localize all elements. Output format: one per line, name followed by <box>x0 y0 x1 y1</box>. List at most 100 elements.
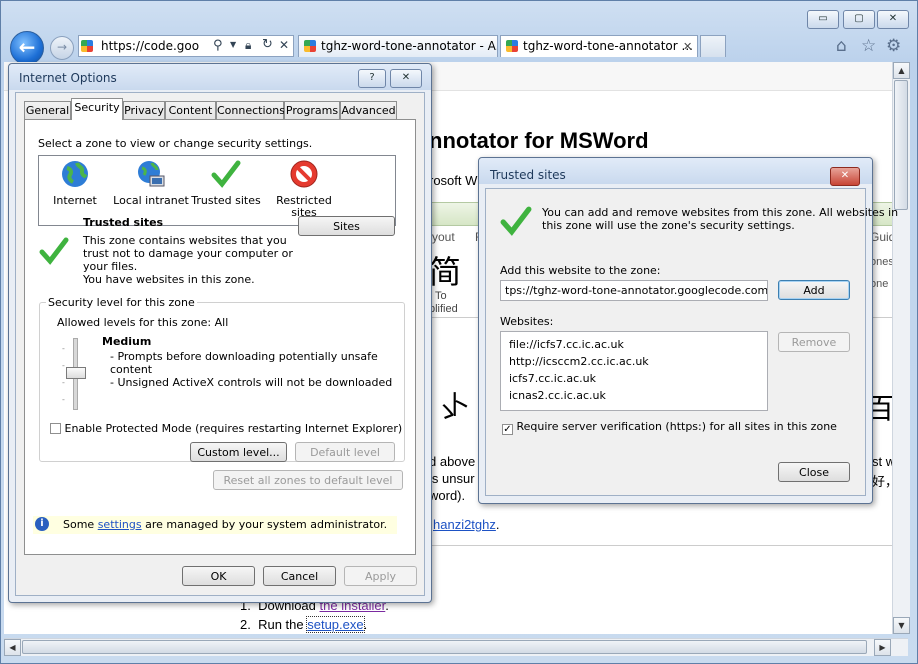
globe-icon <box>62 161 88 187</box>
tab-content[interactable]: Content <box>165 101 216 119</box>
intro-line: You can add and remove websites from thi… <box>542 206 899 219</box>
tab-programs[interactable]: Programs <box>284 101 340 119</box>
website-url-value: tps://tghz-word-tone-annotator.googlecod… <box>505 284 768 297</box>
intranet-icon <box>138 161 165 187</box>
settings-link[interactable]: settings <box>98 518 142 531</box>
scroll-down-icon[interactable]: ▼ <box>893 617 910 634</box>
restricted-icon <box>290 160 318 188</box>
sites-button[interactable]: Sites <box>298 216 395 236</box>
search-icon[interactable]: ⚲ <box>213 38 223 53</box>
browser-tab-1[interactable]: tghz-word-tone-annotator - A... <box>298 35 498 57</box>
address-text[interactable]: https://code.goo <box>101 39 199 53</box>
tab-advanced[interactable]: Advanced <box>340 101 397 119</box>
tab-general[interactable]: General <box>24 101 71 119</box>
tab-privacy[interactable]: Privacy <box>123 101 165 119</box>
reset-all-zones-button[interactable]: Reset all zones to default level <box>213 470 403 490</box>
security-level-group: Security level for this zone Allowed lev… <box>39 296 405 462</box>
back-button[interactable]: ← <box>10 31 44 65</box>
default-level-button[interactable]: Default level <box>295 442 395 462</box>
help-button[interactable]: ? <box>358 69 386 88</box>
protected-mode-label: Enable Protected Mode (requires restarti… <box>64 422 403 435</box>
vertical-scrollbar[interactable]: ▲ ▼ <box>892 62 910 634</box>
dialog-body: You can add and remove websites from thi… <box>485 188 898 496</box>
close-window-button[interactable]: ✕ <box>877 10 909 29</box>
slider-thumb[interactable] <box>66 367 86 379</box>
tab-connections[interactable]: Connections <box>216 101 285 119</box>
require-https-checkbox[interactable]: ✓ <box>502 424 513 435</box>
zone-label: Trusted sites <box>191 194 261 207</box>
remove-button[interactable]: Remove <box>778 332 850 352</box>
require-https-row[interactable]: ✓ Require server verification (https:) f… <box>502 420 837 435</box>
zone-internet[interactable]: Internet <box>44 159 106 207</box>
browser-tab-2[interactable]: tghz-word-tone-annotator ... ✕ <box>500 35 698 57</box>
lock-icon[interactable]: 🔒︎ <box>245 38 251 53</box>
info-icon: i <box>35 517 49 531</box>
tab-security[interactable]: Security <box>71 98 123 120</box>
setup-exe-link[interactable]: setup.exe <box>306 616 365 633</box>
level-description: - Prompts before downloading potentially… <box>110 350 392 389</box>
security-slider[interactable]: ---- <box>62 338 88 410</box>
scroll-up-icon[interactable]: ▲ <box>893 62 910 79</box>
protected-mode-checkbox[interactable] <box>50 423 61 434</box>
page-subtitle: rosoft W <box>429 173 478 188</box>
dropdown-icon[interactable]: ▼ <box>230 40 236 49</box>
list-item[interactable]: file://icfs7.cc.ic.ac.uk <box>509 336 649 353</box>
custom-level-button[interactable]: Custom level... <box>190 442 287 462</box>
trusted-check-icon <box>500 206 532 236</box>
ok-button[interactable]: OK <box>182 566 255 586</box>
favorites-star-icon[interactable]: ☆ <box>861 36 876 56</box>
favicon-icon <box>304 40 316 52</box>
close-tab-icon[interactable]: ✕ <box>683 36 692 57</box>
home-icon[interactable]: ⌂ <box>836 36 847 56</box>
website-url-input[interactable]: tps://tghz-word-tone-annotator.googlecod… <box>500 280 768 301</box>
admin-info-bar: i Some settings are managed by your syst… <box>33 516 397 534</box>
horizontal-scrollbar[interactable]: ◀ ▶ <box>4 638 908 656</box>
glyph: 卜 <box>444 390 471 420</box>
add-button[interactable]: Add <box>778 280 850 300</box>
ribbon-text: plified <box>429 303 458 315</box>
apply-button[interactable]: Apply <box>344 566 417 586</box>
h-scroll-thumb[interactable] <box>22 640 867 654</box>
stop-icon[interactable]: ✕ <box>279 38 289 52</box>
scroll-left-icon[interactable]: ◀ <box>4 639 21 656</box>
zone-desc-line: trust not to damage your computer or <box>83 247 293 260</box>
list-item[interactable]: http://icsccm2.cc.ic.ac.uk <box>509 353 649 370</box>
maximize-button[interactable]: ▢ <box>843 10 875 29</box>
list-item[interactable]: icfs7.cc.ic.ac.uk <box>509 370 649 387</box>
hanzi2tghz-link[interactable]: hanzi2tghz <box>433 517 496 532</box>
scroll-right-icon[interactable]: ▶ <box>874 639 891 656</box>
dialog-close-button[interactable]: ✕ <box>390 69 422 88</box>
zone-local-intranet[interactable]: Local intranet <box>113 159 189 207</box>
info-text: Some <box>63 518 98 531</box>
protected-mode-row[interactable]: Enable Protected Mode (requires restarti… <box>50 422 402 435</box>
list-item[interactable]: icnas2.cc.ic.ac.uk <box>509 387 649 404</box>
chinese-char: 简 <box>429 254 462 290</box>
zone-trusted-sites[interactable]: Trusted sites <box>191 159 261 207</box>
slider-ticks: ---- <box>62 344 65 404</box>
dialog-titlebar[interactable]: Internet Options ? ✕ <box>9 64 431 90</box>
scroll-thumb[interactable] <box>894 80 908 210</box>
ribbon-text: To <box>435 290 447 302</box>
page-title: nnotator for MSWord <box>429 128 649 153</box>
close-button[interactable]: Close <box>778 462 850 482</box>
minimize-button[interactable]: ▭ <box>807 10 839 29</box>
address-bar[interactable]: https://code.goo ⚲ ▼ 🔒︎ ↻ ✕ <box>78 35 294 57</box>
cancel-button[interactable]: Cancel <box>263 566 336 586</box>
require-https-label: Require server verification (https:) for… <box>516 420 837 433</box>
refresh-icon[interactable]: ↻ <box>262 37 273 52</box>
dialog-titlebar[interactable]: Trusted sites ✕ <box>479 158 872 186</box>
settings-gear-icon[interactable]: ⚙ <box>886 36 901 56</box>
forward-button[interactable]: → <box>50 36 74 60</box>
zone-label: Internet <box>53 194 97 207</box>
new-tab-button[interactable] <box>700 35 726 57</box>
dialog-close-button[interactable]: ✕ <box>830 167 860 186</box>
zone-restricted-sites[interactable]: Restricted sites <box>269 159 339 219</box>
step-text: . <box>363 617 368 632</box>
websites-listbox[interactable]: file://icfs7.cc.ic.ac.uk http://icsccm2.… <box>500 331 768 411</box>
zone-label: Local intranet <box>113 194 189 207</box>
tab-label: tghz-word-tone-annotator - A... <box>321 39 498 53</box>
zone-prompt: Select a zone to view or change security… <box>38 137 313 150</box>
dialog-title: Internet Options <box>19 71 117 85</box>
ribbon-text: ones <box>870 256 894 268</box>
websites-items: file://icfs7.cc.ic.ac.uk http://icsccm2.… <box>509 336 649 404</box>
